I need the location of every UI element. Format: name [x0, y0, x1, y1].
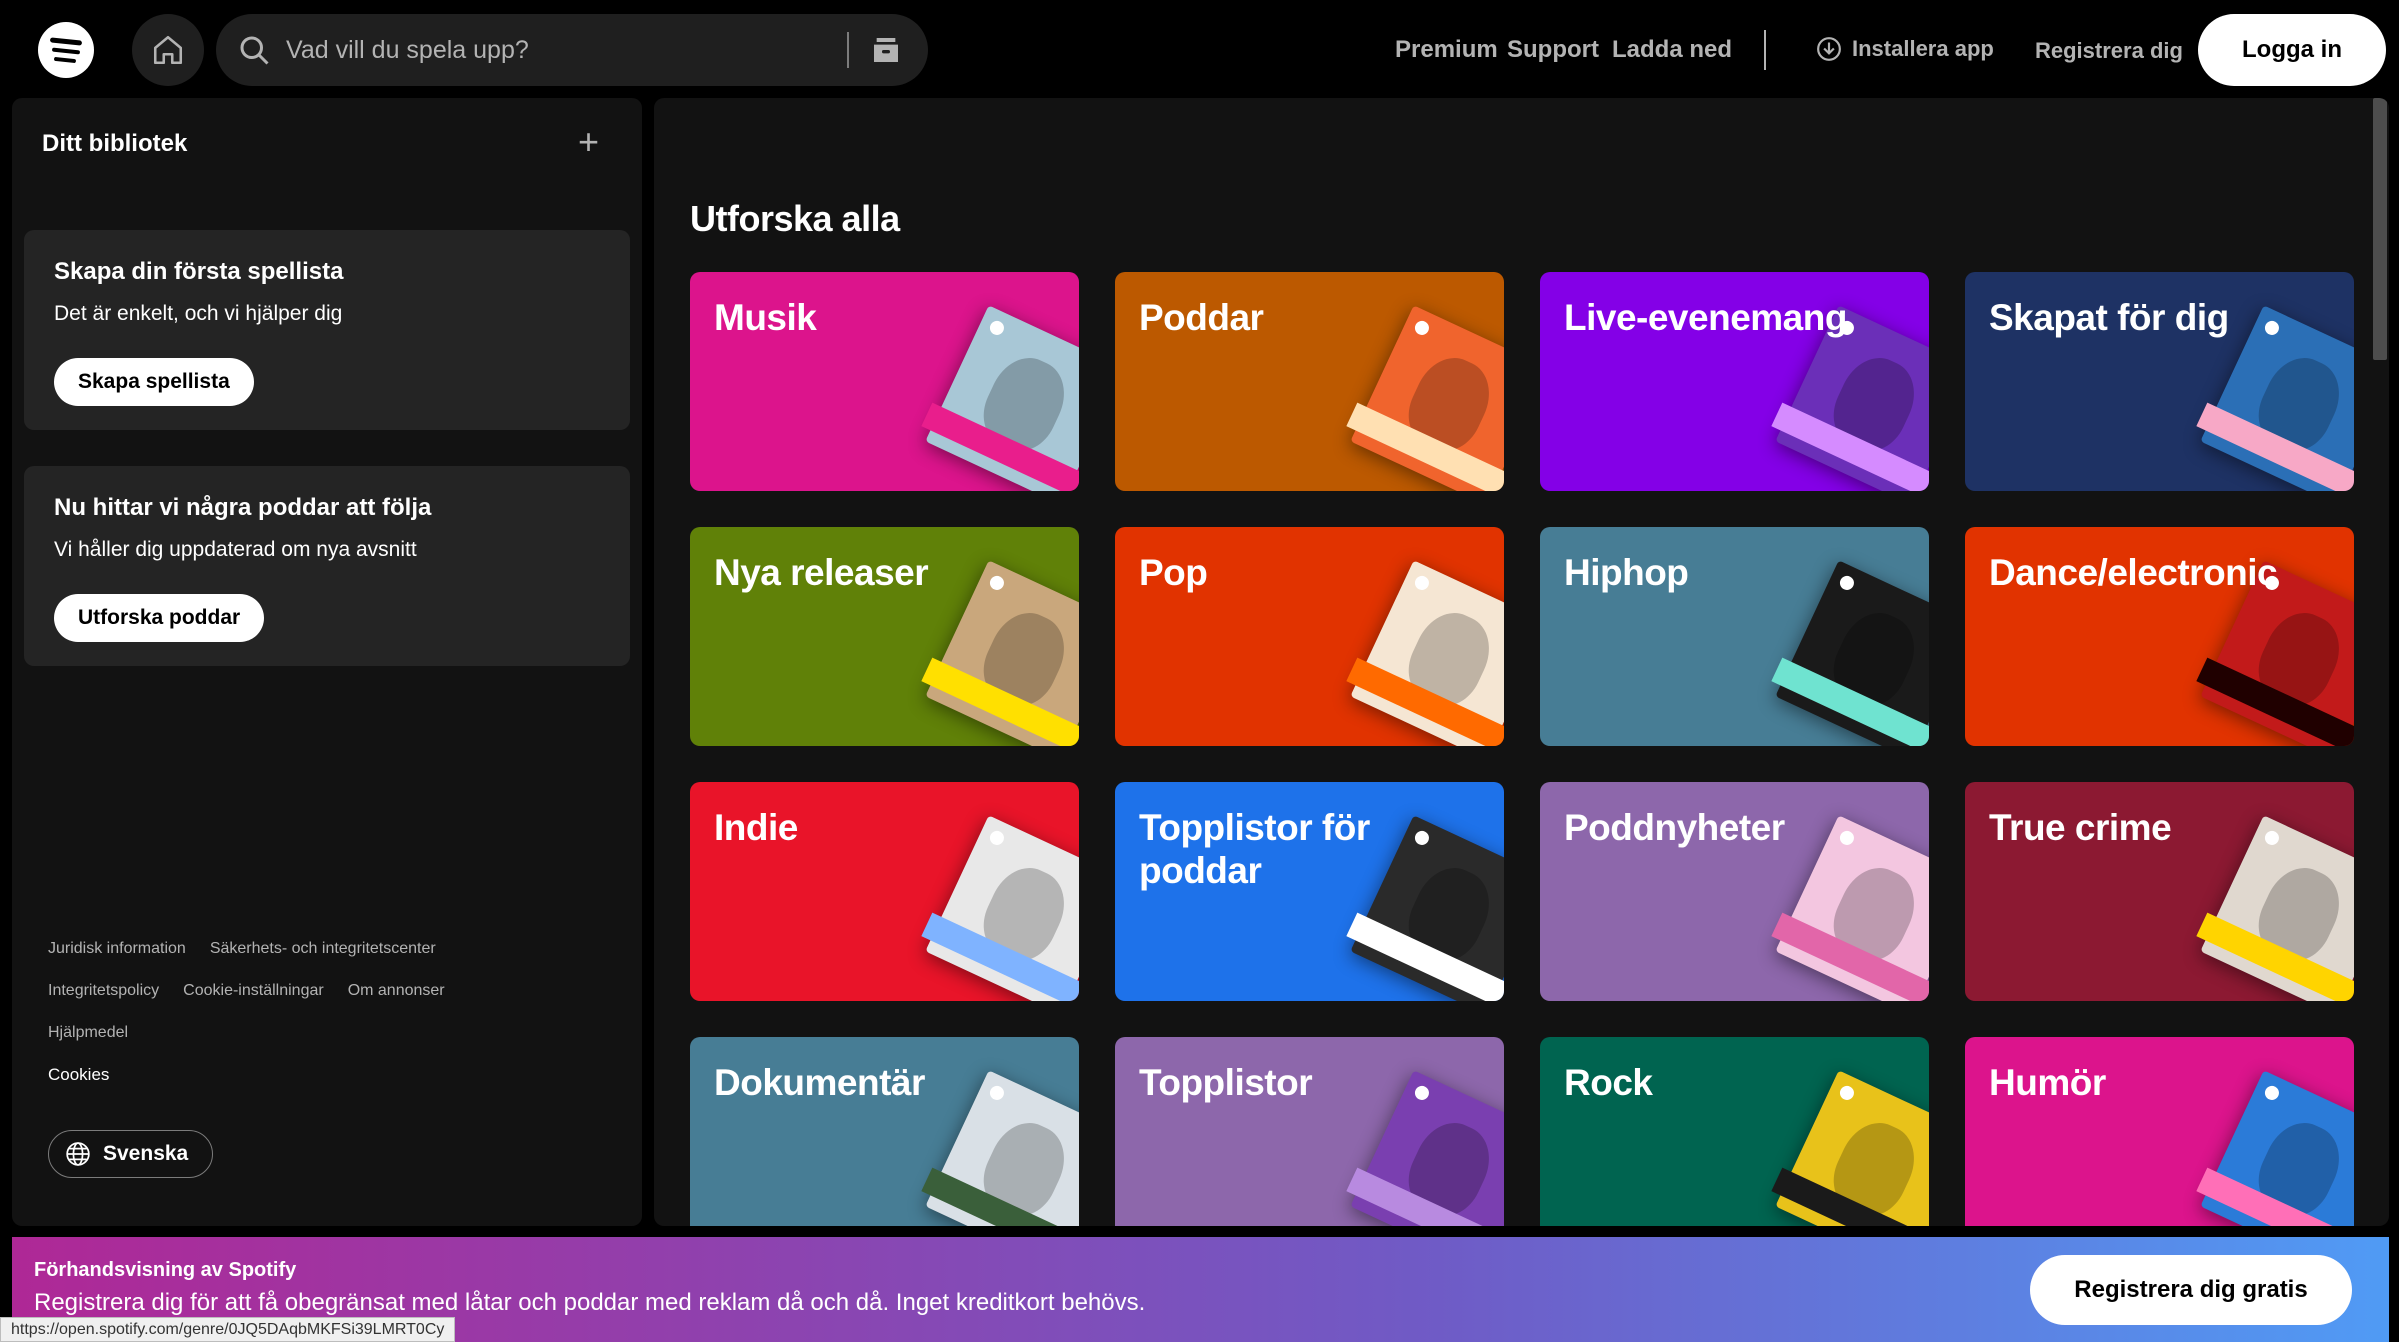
category-label: Poddar [1139, 297, 1264, 338]
status-url: https://open.spotify.com/genre/0JQ5DAqbM… [0, 1317, 456, 1342]
library-title[interactable]: Ditt bibliotek [42, 130, 187, 158]
support-link[interactable]: Support [1507, 36, 1599, 64]
home-button[interactable] [132, 14, 204, 86]
category-card[interactable]: Poddnyheter [1540, 782, 1929, 1001]
category-card[interactable]: True crime [1965, 782, 2354, 1001]
category-label: Live-evenemang [1564, 297, 1847, 338]
category-label: Poddnyheter [1564, 807, 1785, 848]
category-label: Indie [714, 807, 798, 848]
category-label: Musik [714, 297, 817, 338]
category-label: Dokumentär [714, 1062, 925, 1103]
find-podcasts-card: Nu hittar vi några poddar att följa Vi h… [24, 466, 630, 666]
browse-icon[interactable] [870, 34, 902, 66]
accessibility-link[interactable]: Hjälpmedel [48, 1024, 128, 1042]
banner-title: Förhandsvisning av Spotify [34, 1259, 297, 1281]
premium-link[interactable]: Premium [1395, 36, 1498, 64]
cookies-link[interactable]: Cookies [48, 1065, 109, 1085]
category-label: Hiphop [1564, 552, 1689, 593]
language-label: Svenska [103, 1142, 189, 1165]
category-card[interactable]: Rock [1540, 1037, 1929, 1226]
category-card[interactable]: Nya releaser [690, 527, 1079, 746]
find-podcasts-text: Vi håller dig uppdaterad om nya avsnitt [54, 538, 417, 561]
category-label: Rock [1564, 1062, 1653, 1103]
search-input[interactable] [286, 28, 1046, 72]
category-card[interactable]: Pop [1115, 527, 1504, 746]
spotify-logo-icon[interactable] [38, 22, 94, 78]
install-app-label: Installera app [1852, 36, 1994, 61]
browse-main: Utforska alla Musik Poddar Live-evenemang S… [654, 98, 2389, 1226]
install-app-link[interactable]: Installera app [1816, 36, 1994, 62]
category-card[interactable]: Topplistor för poddar [1115, 782, 1504, 1001]
category-card[interactable]: Topplistor [1115, 1037, 1504, 1226]
about-ads-link[interactable]: Om annonser [348, 982, 445, 1000]
login-button[interactable]: Logga in [2198, 14, 2386, 86]
top-bar: Premium Support Ladda ned Installera app… [0, 0, 2399, 100]
legal-link[interactable]: Juridisk information [48, 940, 186, 958]
category-label: Dance/electronic [1989, 552, 2278, 593]
download-link[interactable]: Ladda ned [1612, 36, 1732, 64]
category-card[interactable]: Poddar [1115, 272, 1504, 491]
search-icon[interactable] [236, 32, 272, 68]
globe-icon [66, 1142, 90, 1166]
search-divider [847, 32, 849, 68]
download-circle-icon [1817, 37, 1841, 61]
library-sidebar: Ditt bibliotek + Skapa din första spelli… [12, 98, 642, 1226]
category-label: Topplistor [1139, 1062, 1313, 1103]
category-card[interactable]: Live-evenemang [1540, 272, 1929, 491]
category-card[interactable]: Musik [690, 272, 1079, 491]
category-card[interactable]: Humör [1965, 1037, 2354, 1226]
language-button[interactable]: Svenska [48, 1130, 214, 1178]
page-title: Utforska alla [690, 198, 900, 239]
scrollbar[interactable] [2373, 98, 2387, 360]
category-label: Skapat för dig [1989, 297, 2229, 338]
find-podcasts-title: Nu hittar vi några poddar att följa [54, 494, 432, 521]
safety-privacy-center-link[interactable]: Säkerhets- och integritetscenter [210, 940, 436, 958]
privacy-policy-link[interactable]: Integritetspolicy [48, 982, 159, 1000]
category-card[interactable]: Dokumentär [690, 1037, 1079, 1226]
category-card[interactable]: Skapat för dig [1965, 272, 2354, 491]
category-card[interactable]: Indie [690, 782, 1079, 1001]
cookie-settings-link[interactable]: Cookie-inställningar [183, 982, 324, 1000]
category-card[interactable]: Dance/electronic [1965, 527, 2354, 746]
plus-icon[interactable]: + [578, 124, 599, 160]
category-label: Topplistor för poddar [1139, 807, 1370, 891]
category-grid: Musik Poddar Live-evenemang Skapat för dig N… [690, 272, 2354, 1226]
create-playlist-text: Det är enkelt, och vi hjälper dig [54, 302, 343, 325]
register-free-button[interactable]: Registrera dig gratis [2030, 1255, 2352, 1325]
category-label: Humör [1989, 1062, 2106, 1103]
category-label: Nya releaser [714, 552, 929, 593]
browse-podcasts-button[interactable]: Utforska poddar [54, 594, 265, 642]
banner-text: Registrera dig för att få obegränsat med… [34, 1289, 1146, 1316]
category-label: Pop [1139, 552, 1208, 593]
create-playlist-button[interactable]: Skapa spellista [54, 358, 254, 406]
category-card[interactable]: Hiphop [1540, 527, 1929, 746]
nav-divider [1764, 30, 1766, 70]
category-label: True crime [1989, 807, 2172, 848]
search-bar [216, 14, 1046, 86]
create-playlist-card: Skapa din första spellista Det är enkelt… [24, 230, 630, 430]
home-icon [153, 35, 183, 65]
register-link[interactable]: Registrera dig [2035, 38, 2183, 64]
legal-links: Juridisk information Säkerhets- och inte… [48, 928, 608, 1096]
create-playlist-title: Skapa din första spellista [54, 258, 344, 285]
